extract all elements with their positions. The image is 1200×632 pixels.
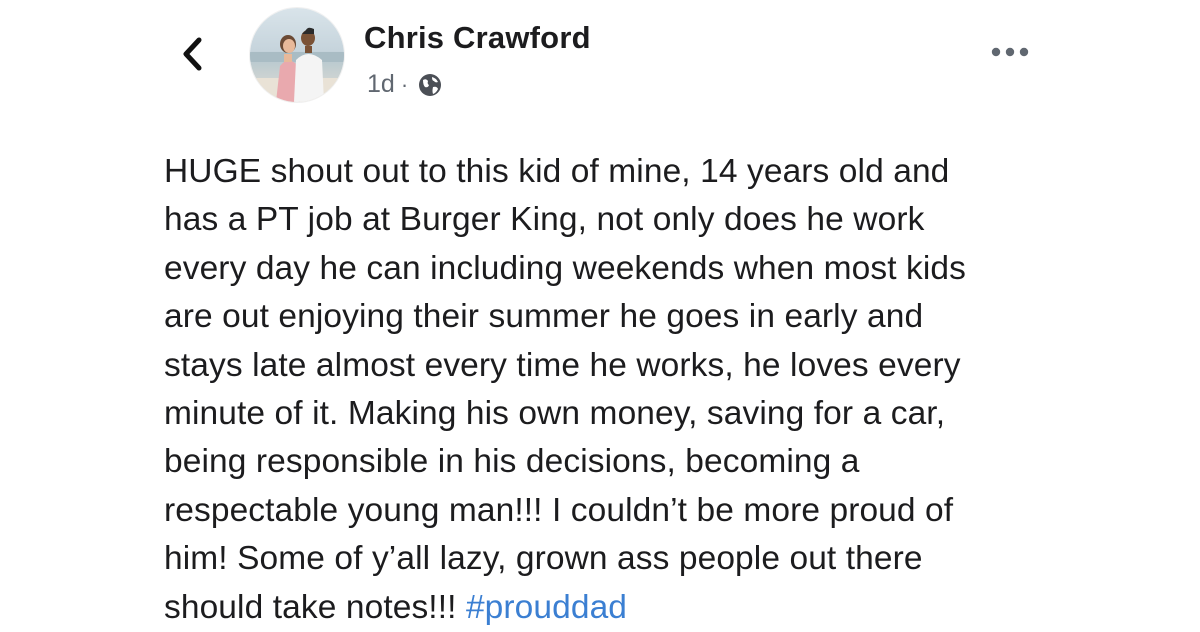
back-button[interactable] xyxy=(172,34,212,78)
post-text-line: being responsible in his decisions, beco… xyxy=(164,443,860,481)
more-horizontal-icon xyxy=(988,45,1032,63)
more-options-button[interactable] xyxy=(982,36,1038,72)
post-timestamp[interactable]: 1d xyxy=(367,70,395,99)
post-text-line: minute of it. Making his own money, savi… xyxy=(164,395,946,433)
post-text: HUGE shout out to this kid of mine, 14 y… xyxy=(164,148,1064,632)
post-text-line: stays late almost every time he works, h… xyxy=(164,346,961,384)
post-text-line: every day he can including weekends when… xyxy=(164,249,966,287)
post-text-line-content: should take notes!!! xyxy=(164,588,466,626)
post-meta: 1d · xyxy=(367,70,444,99)
post-text-line: HUGE shout out to this kid of mine, 14 y… xyxy=(164,153,950,190)
post-text-line: him! Some of y’all lazy, grown ass peopl… xyxy=(164,540,923,578)
meta-separator: · xyxy=(400,71,409,97)
post-text-line: has a PT job at Burger King, not only do… xyxy=(164,201,925,239)
hashtag-link[interactable]: #prouddad xyxy=(466,589,627,626)
author-name[interactable]: Chris Crawford xyxy=(364,20,591,56)
post-text-last-line: should take notes!!! #prouddad xyxy=(164,584,1064,632)
avatar[interactable] xyxy=(250,8,344,102)
post-text-line: are out enjoying their summer he goes in… xyxy=(164,298,924,336)
post-text-line: respectable young man!!! I couldn’t be m… xyxy=(164,491,954,529)
globe-icon[interactable] xyxy=(416,71,444,99)
chevron-left-icon xyxy=(179,34,205,79)
